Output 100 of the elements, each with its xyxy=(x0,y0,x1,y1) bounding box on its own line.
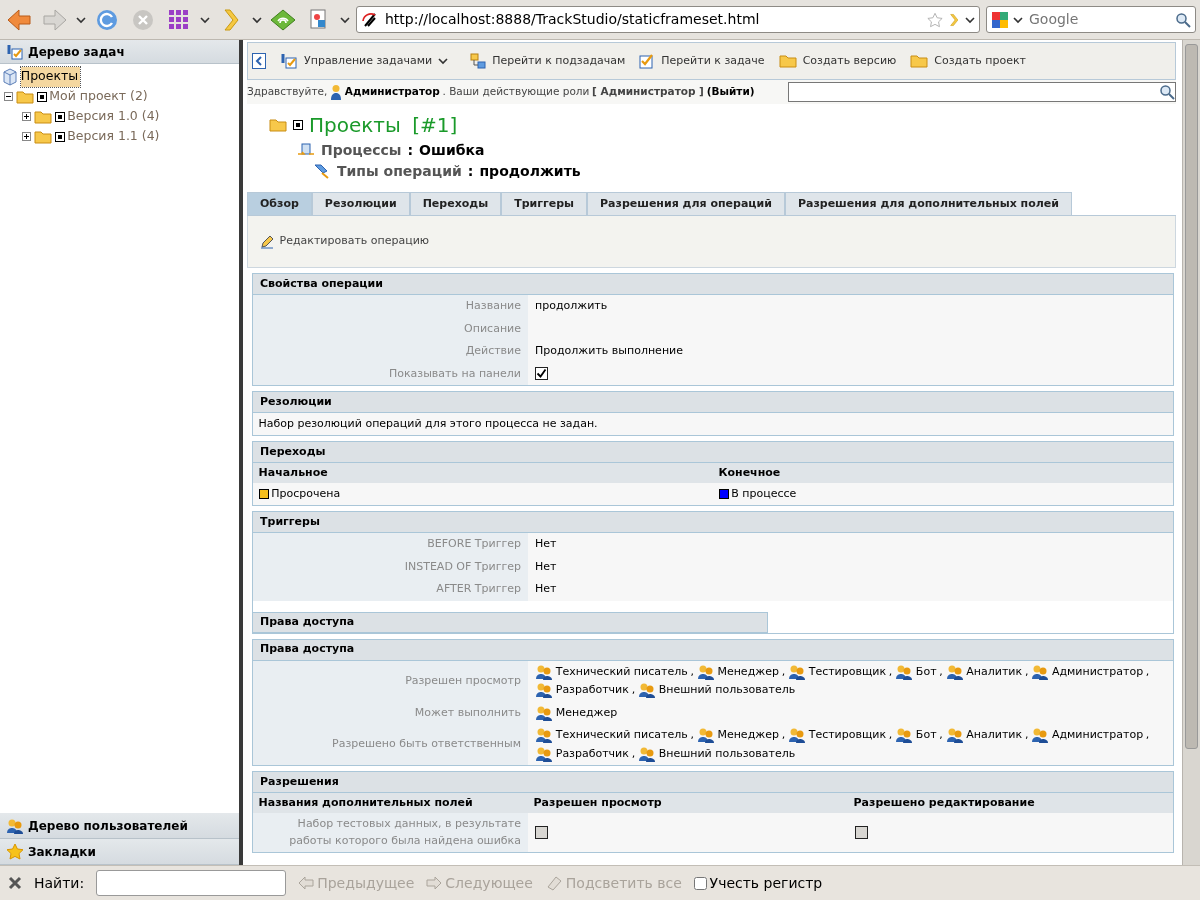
field-label: BEFORE Триггер xyxy=(253,533,528,556)
match-case-checkbox[interactable] xyxy=(693,876,707,890)
checkbox-icon xyxy=(639,53,656,69)
process-icon xyxy=(297,142,315,158)
tree-item[interactable]: Проекты xyxy=(20,66,81,87)
tab[interactable]: Переходы xyxy=(409,191,502,215)
field-label: Показывать на панели xyxy=(253,362,528,385)
message-text: Набор резолюций операций для этого процесса не задан. xyxy=(257,415,599,432)
caret-icon[interactable] xyxy=(252,15,262,24)
role-name: Менеджер xyxy=(717,727,779,743)
users-icon xyxy=(535,663,553,680)
pencil-icon xyxy=(260,234,274,249)
role-name: Аналитик xyxy=(966,727,1023,743)
bookmark-star-icon[interactable] xyxy=(927,11,943,28)
folder-icon xyxy=(910,54,929,68)
checkbox[interactable] xyxy=(855,826,868,839)
toolbar-button[interactable]: Перейти к подзадачам xyxy=(470,52,626,70)
breadcrumb-value: Ошибка xyxy=(419,140,485,160)
expand-icon[interactable] xyxy=(22,112,31,122)
tab[interactable]: Резолюции xyxy=(311,191,410,215)
role-name: Технический писатель xyxy=(555,663,688,680)
panel-header[interactable]: Дерево пользователей xyxy=(0,813,239,839)
tab[interactable]: Обзор xyxy=(247,191,312,215)
users-icon xyxy=(535,704,553,721)
collapse-panel-icon[interactable] xyxy=(252,53,266,69)
menu-button[interactable]: Управление задачами xyxy=(280,52,449,70)
breadcrumb-link[interactable]: Процессы xyxy=(321,139,402,161)
role-name: Внешний пользователь xyxy=(658,745,796,762)
panel-header[interactable]: Дерево задач xyxy=(0,40,239,64)
section-header: Переходы xyxy=(253,442,1173,463)
web-search-field[interactable]: Google xyxy=(986,6,1196,33)
separator-comma: , xyxy=(1024,727,1029,743)
section-header: Свойства операции xyxy=(253,274,1173,295)
close-icon[interactable] xyxy=(8,876,22,890)
caret-icon[interactable] xyxy=(1013,15,1023,24)
scrollbar[interactable] xyxy=(1182,40,1200,865)
search-icon[interactable] xyxy=(1159,84,1175,100)
users-icon xyxy=(787,727,806,744)
tab[interactable]: Триггеры xyxy=(501,191,587,215)
user-link[interactable]: Администратор xyxy=(344,84,440,100)
folder-icon xyxy=(269,117,287,132)
star-icon xyxy=(6,843,24,860)
search-engine-icon[interactable] xyxy=(991,10,1009,29)
cube-icon xyxy=(2,67,18,86)
users-icon xyxy=(895,663,914,680)
wrench-checkbox-icon xyxy=(280,52,298,70)
separator-comma: , xyxy=(1024,663,1029,680)
reload-icon xyxy=(95,7,119,32)
separator-comma: , xyxy=(1145,663,1150,680)
users-icon xyxy=(696,663,715,680)
caret-icon[interactable] xyxy=(200,15,210,24)
panel-title: Дерево задач xyxy=(28,43,125,61)
node-icon xyxy=(54,131,65,142)
caret-icon[interactable] xyxy=(340,15,350,24)
expand-icon[interactable] xyxy=(22,132,31,142)
node-icon xyxy=(54,111,65,122)
tab[interactable]: Разрешения для дополнительных полей xyxy=(784,191,1072,215)
logout-link[interactable]: (Выйти) xyxy=(706,84,755,100)
role-name: Разработчик xyxy=(555,745,629,762)
address-bar[interactable]: http://localhost:8888/TrackStudio/staticframeset.html xyxy=(356,6,980,33)
back-icon xyxy=(6,7,32,32)
tree-item[interactable]: Версия 1.1 (4) xyxy=(67,126,160,147)
toolbar-button[interactable]: Перейти к задаче xyxy=(639,52,765,70)
field-label: INSTEAD OF Триггер xyxy=(253,555,528,578)
checkbox[interactable] xyxy=(535,367,548,381)
toolbar-button[interactable]: Создать проект xyxy=(910,52,1027,70)
collapse-icon[interactable] xyxy=(4,92,13,102)
breadcrumb-link[interactable]: Типы операций xyxy=(337,160,462,182)
role-name: Внешний пользователь xyxy=(658,682,796,698)
panel-title: Дерево пользователей xyxy=(28,817,188,835)
panel-header[interactable]: Закладки xyxy=(0,839,239,865)
panel-title: Закладки xyxy=(28,843,96,861)
checkbox-label[interactable]: Учесть регистр xyxy=(709,872,823,894)
users-icon xyxy=(945,727,964,744)
operation-icon xyxy=(313,163,331,179)
users-icon xyxy=(945,663,964,680)
caret-icon[interactable] xyxy=(965,15,975,24)
role-name: Бот xyxy=(915,663,937,680)
user-icon xyxy=(330,84,343,100)
subtasks-icon xyxy=(470,53,487,69)
tab[interactable]: Разрешения для операций xyxy=(587,191,785,215)
role-name: Тестировщик xyxy=(808,727,887,743)
caret-icon xyxy=(438,57,449,65)
site-icon xyxy=(361,10,379,29)
edit-link[interactable]: Редактировать операцию xyxy=(260,233,430,250)
caret-icon[interactable] xyxy=(76,15,86,24)
toolbar-button[interactable]: Создать версию xyxy=(778,52,897,70)
field-label: AFTER Триггер xyxy=(253,578,528,601)
field-label: Действие xyxy=(253,340,528,363)
tree-item[interactable]: Версия 1.0 (4) xyxy=(67,106,160,127)
separator-comma: , xyxy=(781,727,786,743)
left-arrow-icon xyxy=(298,876,315,890)
role-name: Аналитик xyxy=(966,663,1023,680)
checkbox[interactable] xyxy=(535,826,548,839)
search-field[interactable] xyxy=(788,82,1176,102)
search-icon[interactable] xyxy=(1175,11,1191,28)
tree-item[interactable]: Мой проект (2) xyxy=(49,86,148,107)
find-field[interactable] xyxy=(96,870,287,896)
node-icon xyxy=(293,119,303,130)
column-header: Разрешен просмотр xyxy=(532,794,663,811)
